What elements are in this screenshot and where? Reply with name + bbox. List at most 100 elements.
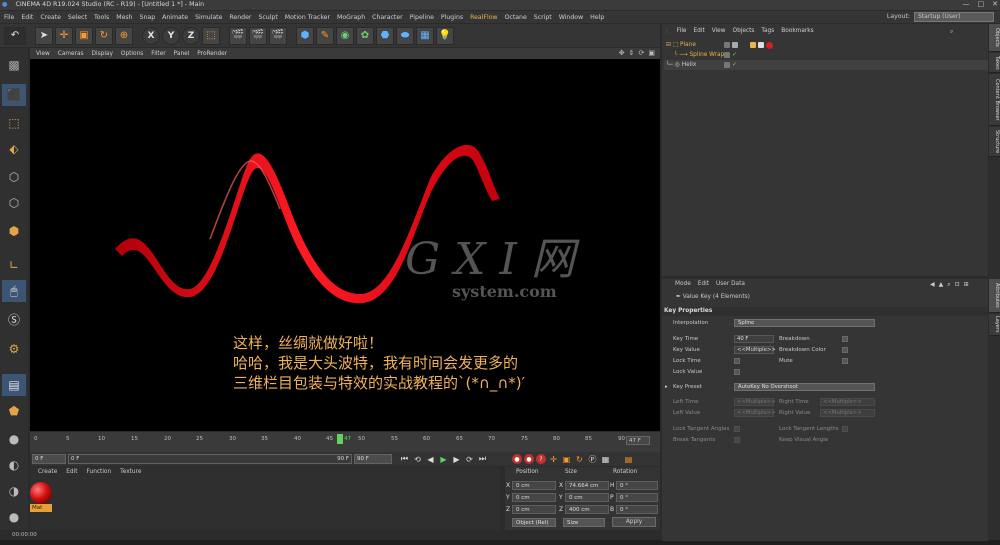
layout-dropdown[interactable]: Startup (User) — [914, 12, 994, 22]
menu-simulate[interactable]: Simulate — [195, 14, 222, 21]
recent-icon[interactable]: ⊕ — [115, 26, 133, 45]
menu-realflow[interactable]: RealFlow — [470, 14, 497, 21]
maximize-view-icon[interactable]: ▣ — [648, 49, 655, 57]
undo-icon[interactable]: ↶ — [4, 26, 26, 45]
maximize-button[interactable]: □ — [978, 0, 985, 10]
menu-octane[interactable]: Octane — [505, 14, 527, 21]
scene-floor-icon[interactable]: ⬬ — [396, 26, 414, 45]
vp-menu-options[interactable]: Options — [121, 51, 143, 57]
render-picture-queue-icon[interactable]: 🎬 — [249, 26, 267, 45]
lock-tangent-lengths-checkbox[interactable] — [842, 426, 848, 432]
scale-icon[interactable]: ▣ — [75, 26, 93, 45]
select-icon[interactable]: ➤ — [35, 26, 53, 45]
menu-tools[interactable]: Tools — [94, 14, 109, 21]
tab-layers[interactable]: Layers — [989, 314, 1000, 336]
orbit-icon[interactable]: ⟳ — [639, 49, 645, 57]
cube-icon[interactable]: ⬢ — [296, 26, 314, 45]
menu-motion-tracker[interactable]: Motion Tracker — [285, 14, 330, 21]
light-icon[interactable]: 💡 — [436, 26, 454, 45]
coord-mode-dropdown[interactable]: Object (Rel) — [512, 518, 556, 527]
gray-sphere-icon[interactable]: ● — [2, 506, 26, 528]
checker-tag-icon[interactable] — [758, 42, 764, 48]
menu-file[interactable]: File — [4, 14, 14, 21]
autokey-icon[interactable]: ● — [524, 454, 534, 464]
right-value-field[interactable]: <<Multiple>> — [820, 409, 875, 417]
make-editable-icon[interactable]: ▩ — [2, 54, 26, 76]
up-arrow-icon[interactable]: ▲ — [939, 281, 944, 289]
edges-mode-icon[interactable]: ⬡ — [2, 192, 26, 214]
enabled-check-icon[interactable]: ✓ — [732, 52, 738, 58]
lock-icon[interactable]: ⊡ — [955, 281, 960, 289]
menu-mograph[interactable]: MoGraph — [337, 14, 365, 21]
texture-mode-icon[interactable]: ⬚ — [2, 112, 26, 134]
pos-z-field[interactable]: 0 cm — [512, 505, 556, 514]
menu-pipeline[interactable]: Pipeline — [410, 14, 434, 21]
prev-key-icon[interactable]: ⟲ — [412, 454, 423, 465]
move-icon[interactable]: ✛ — [55, 26, 73, 45]
menu-script[interactable]: Script — [534, 14, 552, 21]
obj-menu-view[interactable]: View — [712, 28, 726, 34]
render-view-icon[interactable]: 🎬 — [229, 26, 247, 45]
array-icon[interactable]: ✿ — [356, 26, 374, 45]
break-tangents-checkbox[interactable] — [734, 437, 740, 443]
mat-menu-edit[interactable]: Edit — [66, 469, 77, 475]
paint-icon[interactable]: ⬟ — [2, 400, 26, 422]
close-button[interactable]: ✕ — [992, 0, 998, 10]
tab-structure[interactable]: Structure — [989, 127, 1000, 157]
size-x-field[interactable]: 74.664 cm — [565, 481, 609, 490]
next-frame-icon[interactable]: ▶ — [451, 454, 462, 465]
pos-y-field[interactable]: 0 cm — [512, 493, 556, 502]
visibility-dots-icon[interactable] — [732, 42, 738, 48]
key-preset-dropdown[interactable]: AutoKey No Overshoot — [734, 383, 875, 391]
menu-render[interactable]: Render — [229, 14, 251, 21]
layer-dot-icon[interactable] — [724, 62, 730, 68]
obj-menu-bookmarks[interactable]: Bookmarks — [781, 28, 813, 34]
y-axis-icon[interactable]: Y — [162, 26, 180, 45]
mat-menu-create[interactable]: Create — [38, 469, 57, 475]
search-icon[interactable]: ⌕ — [950, 28, 953, 36]
phong-tag-icon[interactable] — [750, 42, 756, 48]
size-z-field[interactable]: 400 cm — [565, 505, 609, 514]
rot-h-field[interactable]: 0 ° — [616, 481, 658, 490]
grid-icon[interactable]: ▤ — [2, 374, 26, 396]
menu-mesh[interactable]: Mesh — [116, 14, 132, 21]
tab-attributes[interactable]: Attributes — [989, 279, 1000, 313]
pos-x-field[interactable]: 0 cm — [512, 481, 556, 490]
key-scale-icon[interactable]: ▣ — [561, 454, 572, 465]
minimize-button[interactable]: — — [963, 0, 970, 10]
object-row-helix[interactable]: └─ ◎ Helix ✓ — [664, 60, 988, 70]
lock-value-checkbox[interactable] — [734, 369, 740, 375]
interpolation-dropdown[interactable]: Spline — [734, 319, 875, 327]
key-time-field[interactable]: 40 F — [734, 335, 774, 343]
new-panel-icon[interactable]: ⊞ — [964, 281, 969, 289]
right-time-field[interactable]: <<Multiple>> — [820, 398, 875, 406]
material-preview-ball[interactable] — [30, 482, 52, 504]
attr-menu-edit[interactable]: Edit — [698, 281, 709, 287]
goto-start-icon[interactable]: ⏮ — [399, 454, 410, 465]
render-settings-icon[interactable]: 🎬 — [269, 26, 287, 45]
timeline-window-icon[interactable]: ▤ — [623, 454, 634, 465]
points-mode-icon[interactable]: ⬡ — [2, 166, 26, 188]
menu-character[interactable]: Character — [372, 14, 403, 21]
half-sphere-icon[interactable]: ◐ — [2, 454, 26, 476]
coord-system-icon[interactable]: ⬚ — [202, 26, 220, 45]
axis-mode-icon[interactable]: ∟ — [2, 254, 26, 276]
rot-p-field[interactable]: 0 ° — [616, 493, 658, 502]
next-key-icon[interactable]: ⟳ — [464, 454, 475, 465]
attr-menu-mode[interactable]: Mode — [675, 281, 691, 287]
key-value-field[interactable]: <<Multiple>> — [734, 346, 776, 354]
material-tag-icon[interactable] — [766, 41, 773, 49]
obj-menu-edit[interactable]: Edit — [694, 28, 705, 34]
record-keys-icon[interactable]: ● — [512, 454, 522, 464]
menu-animate[interactable]: Animate — [162, 14, 188, 21]
key-preset-expand-icon[interactable]: ▸ — [665, 384, 668, 390]
enabled-check-icon[interactable]: ✓ — [732, 62, 738, 68]
material-name[interactable]: Mat — [30, 504, 52, 512]
menu-plugins[interactable]: Plugins — [441, 14, 463, 21]
pan-icon[interactable]: ✥ — [619, 49, 625, 57]
goto-end-icon[interactable]: ⏭ — [477, 454, 488, 465]
menu-create[interactable]: Create — [40, 14, 61, 21]
vp-menu-prorender[interactable]: ProRender — [197, 51, 227, 57]
menu-window[interactable]: Window — [559, 14, 583, 21]
vp-menu-cameras[interactable]: Cameras — [58, 51, 84, 57]
